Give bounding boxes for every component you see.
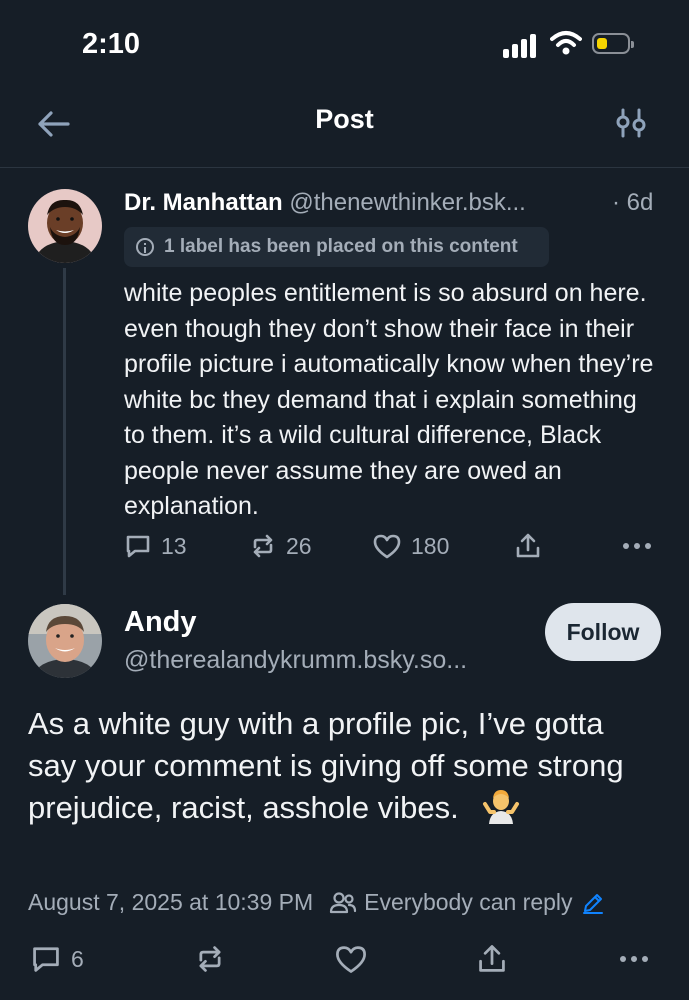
repost-count: 26: [286, 532, 312, 559]
status-time: 2:10: [82, 28, 141, 60]
follow-button[interactable]: Follow: [545, 603, 661, 661]
info-icon: [136, 238, 154, 256]
repost-icon: [199, 946, 221, 972]
reply-setting-text: Everybody can reply: [364, 889, 573, 915]
reply-repost-button[interactable]: [194, 943, 226, 975]
reply-settings[interactable]: Everybody can reply: [329, 889, 604, 916]
parent-post-text: white peoples entitlement is so absurd o…: [124, 279, 654, 520]
reply-post-body: As a white guy with a profile pic, I’ve …: [28, 703, 658, 829]
comment-icon: [33, 947, 59, 972]
battery-icon: [592, 33, 634, 54]
more-icon: [623, 543, 651, 549]
wifi-icon: [550, 31, 582, 55]
more-options-button[interactable]: [622, 542, 652, 550]
reply-handle[interactable]: @therealandykrumm.bsky.so...: [124, 646, 467, 675]
repost-button[interactable]: 26: [249, 532, 312, 560]
reply-share-button[interactable]: [476, 943, 508, 975]
like-count: 180: [411, 532, 450, 559]
filter-icon[interactable]: [614, 106, 648, 140]
parent-timestamp: · 6d: [612, 189, 654, 216]
reply-comment-button[interactable]: 6: [30, 943, 84, 975]
parent-author-line[interactable]: Dr. Manhattan @thenewthinker.bsk...: [124, 189, 526, 217]
reply-button[interactable]: 13: [124, 532, 187, 560]
more-icon: [620, 956, 648, 962]
content-label-notice[interactable]: 1 label has been placed on this content: [124, 227, 549, 267]
parent-handle[interactable]: @thenewthinker.bsk...: [289, 189, 525, 216]
heart-icon: [373, 534, 401, 559]
reply-post-text: As a white guy with a profile pic, I’ve …: [28, 706, 624, 825]
parent-action-bar: 13 26 180: [124, 532, 664, 572]
share-icon: [516, 533, 540, 558]
shrug-emoji: [483, 790, 520, 824]
comment-icon: [126, 535, 150, 558]
repost-icon: [253, 534, 273, 558]
share-button[interactable]: [514, 532, 542, 560]
cellular-signal-icon: [503, 34, 539, 58]
status-bar: 2:10: [0, 0, 689, 92]
page-title: Post: [315, 104, 374, 134]
parent-author-avatar[interactable]: [28, 189, 102, 263]
reply-action-bar: 6: [30, 943, 660, 983]
reply-meta: August 7, 2025 at 10:39 PM Everybody can…: [28, 889, 605, 916]
like-button[interactable]: 180: [372, 532, 449, 560]
heart-icon: [336, 946, 366, 973]
parent-display-name[interactable]: Dr. Manhattan: [124, 189, 283, 216]
content-label-text: 1 label has been placed on this content: [164, 236, 518, 257]
header: Post: [0, 92, 689, 168]
reply-display-name[interactable]: Andy: [124, 606, 197, 639]
people-icon: [330, 891, 357, 913]
pencil-icon[interactable]: [581, 891, 605, 915]
reply-comment-count: 6: [71, 945, 84, 972]
thread-connector-line: [63, 268, 66, 595]
post-date: August 7, 2025 at 10:39 PM: [28, 889, 314, 915]
reply-count: 13: [161, 532, 187, 559]
share-icon: [479, 945, 505, 972]
reply-like-button[interactable]: [334, 943, 368, 975]
reply-more-options-button[interactable]: [618, 955, 650, 963]
reply-author-avatar[interactable]: [28, 604, 102, 678]
